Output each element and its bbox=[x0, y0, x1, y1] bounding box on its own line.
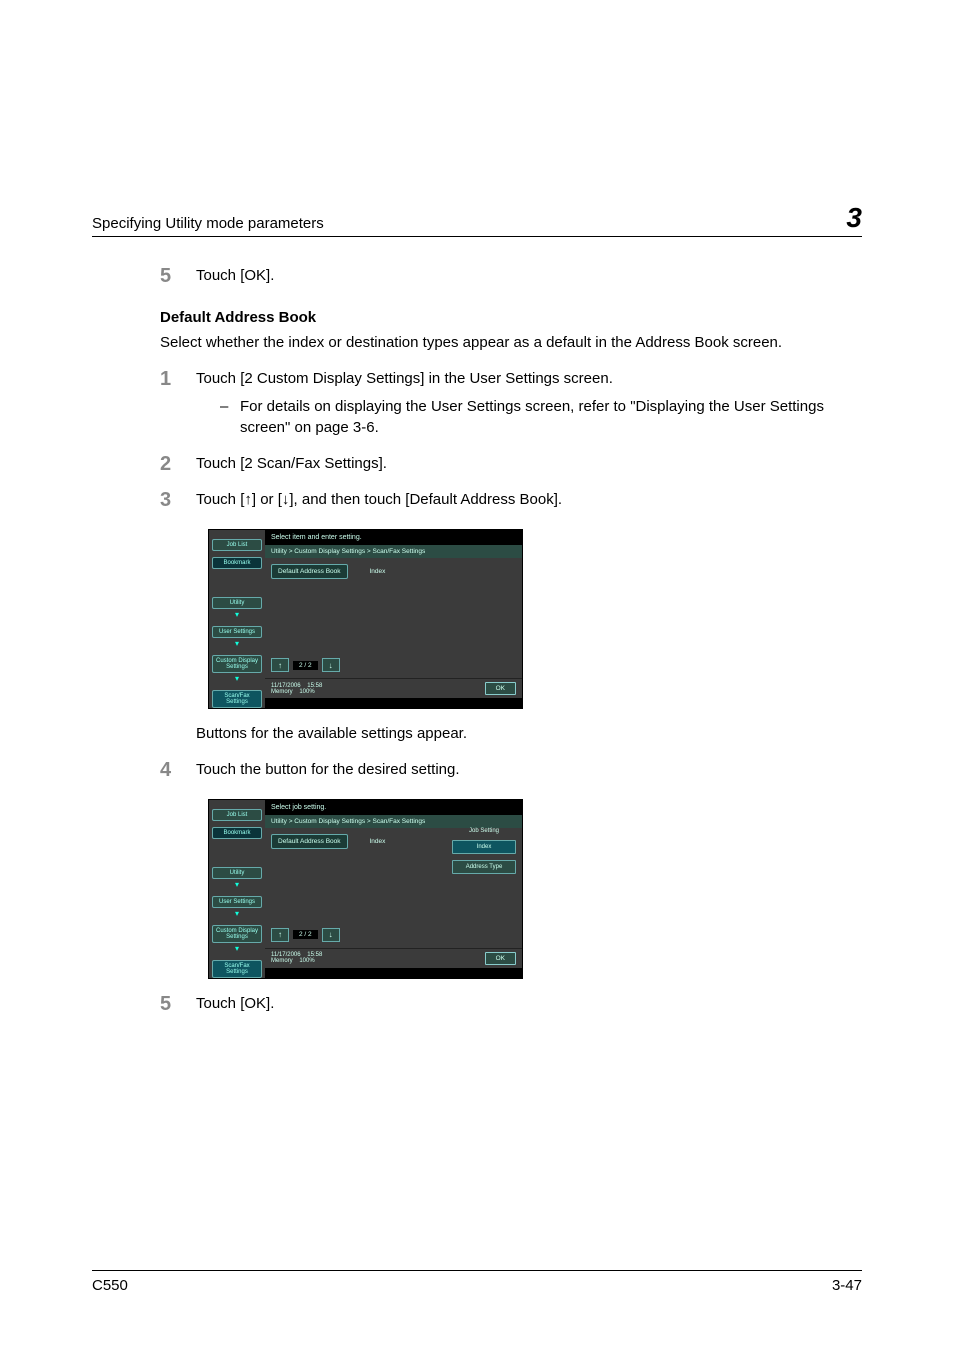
pager: ↑ 2 / 2 ↓ bbox=[271, 928, 340, 942]
inner-area: Default Address Book Index ↑ 2 / 2 ↓ bbox=[265, 558, 522, 678]
step-number: 4 bbox=[160, 759, 196, 781]
status-bar: 11/17/2006 15:58 Memory 100% OK bbox=[265, 678, 522, 698]
main-panel: Select item and enter setting. Utility >… bbox=[265, 530, 522, 708]
breadcrumb: Utility > Custom Display Settings > Scan… bbox=[265, 815, 522, 828]
user-settings-button[interactable]: User Settings bbox=[212, 896, 262, 908]
job-setting-panel: Job Setting Index Address Type bbox=[452, 828, 516, 874]
page-down-button[interactable]: ↓ bbox=[322, 658, 340, 672]
default-address-book-button[interactable]: Default Address Book bbox=[271, 564, 348, 579]
section-intro: Select whether the index or destination … bbox=[160, 332, 838, 354]
footer-left: C550 bbox=[92, 1277, 128, 1294]
step-2: 2 Touch [2 Scan/Fax Settings]. bbox=[160, 453, 838, 475]
status-left: 11/17/2006 15:58 Memory 100% bbox=[271, 683, 322, 695]
arrow-down-icon: ▾ bbox=[235, 880, 239, 889]
step-text: Touch [OK]. bbox=[196, 265, 274, 287]
step-text: Touch [↑] or [↓], and then touch [Defaul… bbox=[196, 489, 562, 511]
arrow-down-icon: ▾ bbox=[235, 639, 239, 648]
screenshot-2: Job List Bookmark Utility ▾ User Setting… bbox=[208, 799, 838, 979]
custom-display-button[interactable]: Custom Display Settings bbox=[212, 925, 262, 943]
ok-button[interactable]: OK bbox=[485, 952, 516, 965]
step-bullet: – For details on displaying the User Set… bbox=[220, 396, 838, 440]
status-bar: 11/17/2006 15:58 Memory 100% OK bbox=[265, 948, 522, 968]
panel-title: Select item and enter setting. bbox=[265, 530, 522, 545]
step-5b: 5 Touch [OK]. bbox=[160, 993, 838, 1015]
job-setting-title: Job Setting bbox=[452, 828, 516, 834]
page-up-button[interactable]: ↑ bbox=[271, 928, 289, 942]
section-subheading: Default Address Book bbox=[160, 309, 838, 326]
step-text: Touch [2 Custom Display Settings] in the… bbox=[196, 368, 838, 439]
arrow-down-icon: ▾ bbox=[235, 944, 239, 953]
bookmark-button[interactable]: Bookmark bbox=[212, 827, 262, 839]
status-percent: 100% bbox=[299, 689, 314, 695]
value-label: Index bbox=[369, 838, 385, 845]
step-main-text: Touch [2 Custom Display Settings] in the… bbox=[196, 370, 613, 387]
utility-button[interactable]: Utility bbox=[212, 597, 262, 609]
value-label: Index bbox=[369, 568, 385, 575]
status-left: 11/17/2006 15:58 Memory 100% bbox=[271, 952, 322, 964]
status-percent: 100% bbox=[299, 958, 314, 964]
page-down-button[interactable]: ↓ bbox=[322, 928, 340, 942]
step-number: 5 bbox=[160, 265, 196, 287]
header-title: Specifying Utility mode parameters bbox=[92, 215, 324, 232]
job-list-button[interactable]: Job List bbox=[212, 539, 262, 551]
status-memory: Memory bbox=[271, 689, 293, 695]
panel-title: Select job setting. bbox=[265, 800, 522, 815]
footer-right: 3-47 bbox=[832, 1277, 862, 1294]
device-screen: Job List Bookmark Utility ▾ User Setting… bbox=[208, 529, 523, 709]
step-3: 3 Touch [↑] or [↓], and then touch [Defa… bbox=[160, 489, 838, 511]
device-screen: Job List Bookmark Utility ▾ User Setting… bbox=[208, 799, 523, 979]
index-option-button[interactable]: Index bbox=[452, 840, 516, 854]
arrow-down-icon: ▾ bbox=[235, 610, 239, 619]
page: Specifying Utility mode parameters 3 5 T… bbox=[0, 0, 954, 1350]
main-panel: Select job setting. Utility > Custom Dis… bbox=[265, 800, 522, 978]
bullet-text: For details on displaying the User Setti… bbox=[240, 396, 838, 440]
breadcrumb: Utility > Custom Display Settings > Scan… bbox=[265, 545, 522, 558]
step-text: Touch the button for the desired setting… bbox=[196, 759, 460, 781]
custom-display-button[interactable]: Custom Display Settings bbox=[212, 655, 262, 673]
inner-area: Default Address Book Index Job Setting I… bbox=[265, 828, 522, 948]
page-footer: C550 3-47 bbox=[92, 1270, 862, 1294]
step-text: Touch [OK]. bbox=[196, 993, 274, 1015]
sidebar: Job List Bookmark Utility ▾ User Setting… bbox=[209, 530, 265, 708]
bullet-dash: – bbox=[220, 396, 240, 440]
step-number: 2 bbox=[160, 453, 196, 475]
arrow-down-icon: ▾ bbox=[235, 909, 239, 918]
page-up-button[interactable]: ↑ bbox=[271, 658, 289, 672]
chapter-number: 3 bbox=[846, 204, 862, 232]
page-counter: 2 / 2 bbox=[293, 930, 318, 939]
arrow-down-icon: ▾ bbox=[235, 674, 239, 683]
utility-button[interactable]: Utility bbox=[212, 867, 262, 879]
post-shot-text: Buttons for the available settings appea… bbox=[196, 723, 838, 745]
job-list-button[interactable]: Job List bbox=[212, 809, 262, 821]
sidebar: Job List Bookmark Utility ▾ User Setting… bbox=[209, 800, 265, 978]
step-number: 5 bbox=[160, 993, 196, 1015]
page-header: Specifying Utility mode parameters 3 bbox=[92, 204, 862, 237]
step-1: 1 Touch [2 Custom Display Settings] in t… bbox=[160, 368, 838, 439]
step-number: 1 bbox=[160, 368, 196, 439]
ok-button[interactable]: OK bbox=[485, 682, 516, 695]
step-5a: 5 Touch [OK]. bbox=[160, 265, 838, 287]
page-counter: 2 / 2 bbox=[293, 661, 318, 670]
screenshot-1: Job List Bookmark Utility ▾ User Setting… bbox=[208, 529, 838, 709]
user-settings-button[interactable]: User Settings bbox=[212, 626, 262, 638]
default-address-book-button[interactable]: Default Address Book bbox=[271, 834, 348, 849]
status-memory: Memory bbox=[271, 958, 293, 964]
step-text: Touch [2 Scan/Fax Settings]. bbox=[196, 453, 387, 475]
pager: ↑ 2 / 2 ↓ bbox=[271, 658, 340, 672]
scan-fax-settings-button[interactable]: Scan/Fax Settings bbox=[212, 690, 262, 708]
bookmark-button[interactable]: Bookmark bbox=[212, 557, 262, 569]
step-number: 3 bbox=[160, 489, 196, 511]
content-area: 5 Touch [OK]. Default Address Book Selec… bbox=[160, 265, 862, 1015]
scan-fax-settings-button[interactable]: Scan/Fax Settings bbox=[212, 960, 262, 978]
step-4: 4 Touch the button for the desired setti… bbox=[160, 759, 838, 781]
address-type-option-button[interactable]: Address Type bbox=[452, 860, 516, 874]
